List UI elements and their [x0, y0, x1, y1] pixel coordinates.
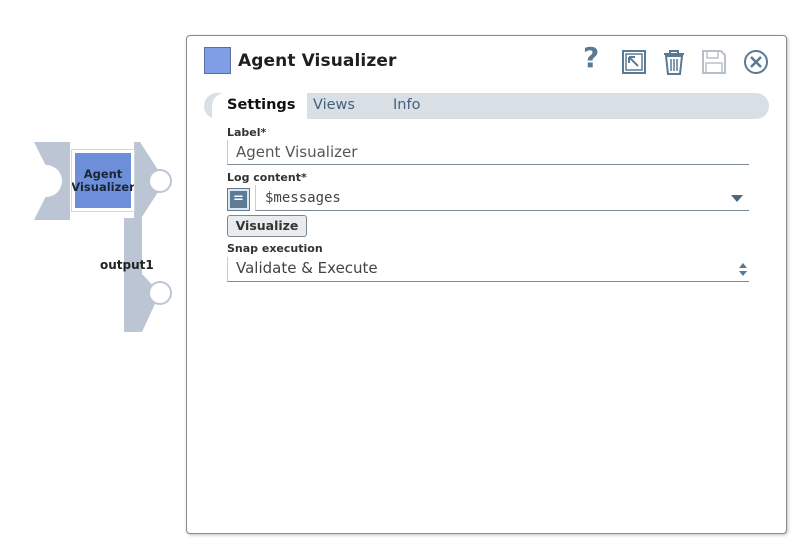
close-icon[interactable] — [742, 48, 770, 76]
label-input[interactable]: Agent Visualizer — [227, 140, 749, 165]
tab-info[interactable]: Info — [393, 97, 420, 113]
snap-execution-value: Validate & Execute — [236, 259, 378, 277]
snap-execution-select[interactable]: Validate & Execute — [227, 257, 749, 282]
visualize-button[interactable]: Visualize — [227, 215, 307, 237]
output-view-label: output1 — [100, 258, 154, 272]
save-icon[interactable] — [700, 48, 728, 76]
chevron-down-icon[interactable] — [731, 195, 743, 202]
expression-toggle-button[interactable]: = — [227, 188, 250, 211]
output-port-bottom[interactable] — [146, 280, 174, 308]
tab-views[interactable]: Views — [313, 97, 355, 113]
snap-node-label: Agent Visualizer — [71, 166, 135, 194]
select-down-arrow-icon — [739, 271, 747, 276]
snap-color-swatch — [204, 47, 231, 74]
output-port-top[interactable] — [146, 168, 174, 196]
log-content-value: $messages — [265, 190, 341, 206]
snap-execution-label: Snap execution — [227, 242, 323, 255]
label-field-label: Label* — [227, 126, 267, 139]
tab-bar: Settings Views Info — [204, 93, 769, 119]
trash-icon[interactable] — [660, 48, 688, 76]
log-content-label: Log content* — [227, 171, 307, 184]
dialog-title: Agent Visualizer — [238, 51, 397, 71]
snap-node[interactable]: Agent Visualizer — [71, 149, 135, 212]
expand-icon[interactable] — [620, 48, 648, 76]
snap-settings-dialog: Agent Visualizer ? Settings Views Info L… — [186, 35, 787, 534]
help-icon[interactable]: ? — [583, 44, 611, 72]
select-up-arrow-icon — [739, 263, 747, 268]
tab-settings[interactable]: Settings — [227, 97, 295, 113]
log-content-input[interactable]: $messages — [255, 185, 749, 211]
